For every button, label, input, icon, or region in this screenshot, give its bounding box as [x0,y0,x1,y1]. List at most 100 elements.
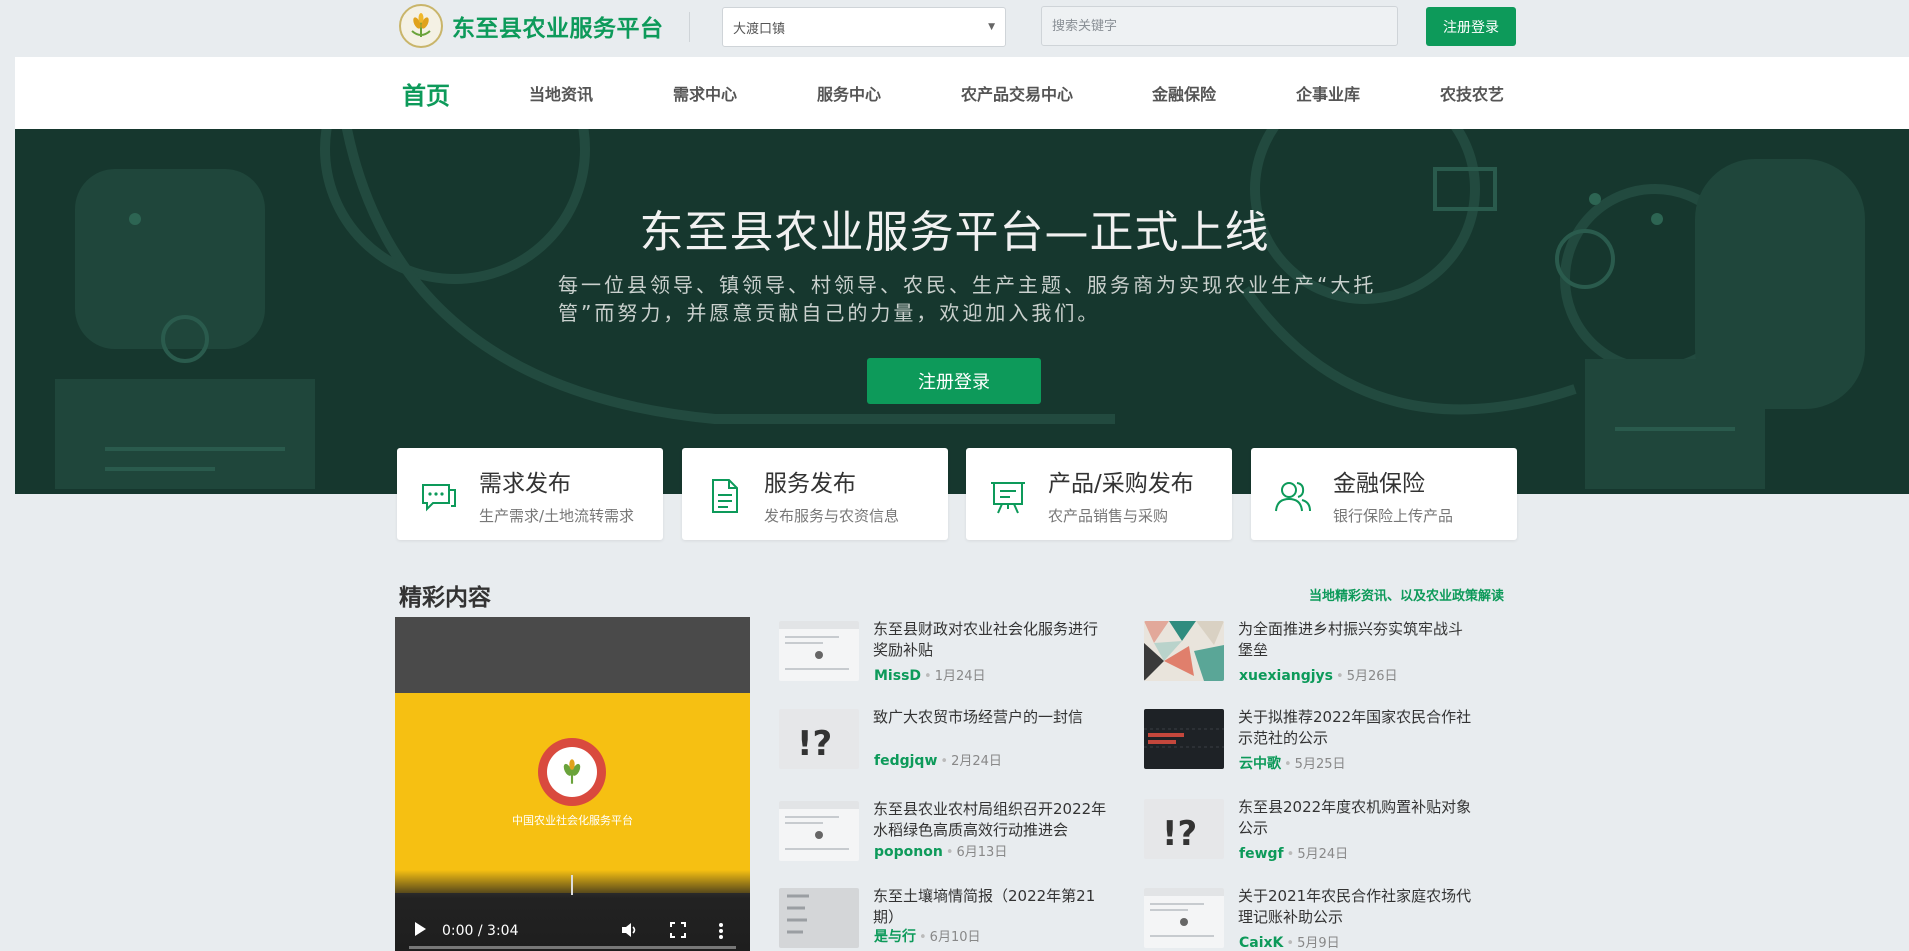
feature-card-finance[interactable]: 金融保险 银行保险上传产品 [1251,448,1517,540]
town-select-value: 大渡口镇 [733,21,786,37]
brand-logo[interactable]: 东至县农业服务平台 [399,4,664,48]
section-title: 精彩内容 [399,585,491,611]
main-nav: 首页 当地资讯 需求中心 服务中心 农产品交易中心 金融保险 企事业库 农技农艺 [15,57,1909,129]
svg-text:!?: !? [797,724,832,764]
nav-item-enterprise-library[interactable]: 企事业库 [1296,57,1360,129]
news-thumbnail [1144,709,1224,769]
news-title[interactable]: 关于2021年农民合作社家庭农场代理记账补助公示 [1238,886,1474,928]
news-date: 1月24日 [934,669,986,684]
hero-title: 东至县农业服务平台—正式上线 [639,207,1270,258]
play-icon[interactable] [413,921,427,937]
news-author[interactable]: 云中歌 [1239,756,1281,772]
video-time: 0:00 / 3:04 [442,923,519,939]
section-more-link[interactable]: 当地精彩资讯、以及农业政策解读 [1309,585,1504,604]
news-author[interactable]: CaixK [1239,935,1283,951]
news-date: 5月26日 [1346,669,1398,684]
news-meta: poponon • 6月13日 [874,844,1008,860]
nav-item-trade-center[interactable]: 农产品交易中心 [961,57,1073,129]
nav-item-local-news[interactable]: 当地资讯 [529,57,593,129]
news-date: 5月24日 [1297,847,1349,862]
news-author[interactable]: MissD [874,668,921,684]
wheat-emblem-icon [399,4,443,48]
news-thumbnail [1144,888,1224,948]
users-icon [1275,482,1311,512]
news-thumbnail: !? [1144,799,1224,859]
register-login-button[interactable]: 注册登录 [1426,7,1516,46]
news-meta: fedgjqw • 2月24日 [874,753,1002,769]
nav-item-home[interactable]: 首页 [402,57,450,129]
news-item[interactable]: 东至县农业农村局组织召开2022年水稻绿色高质高效行动推进会 poponon • 6… [779,799,1119,879]
feature-title: 产品/采购发布 [1048,471,1194,497]
news-title[interactable]: 关于拟推荐2022年国家农民合作社示范社的公示 [1238,707,1474,749]
feature-card-product[interactable]: 产品/采购发布 农产品销售与采购 [966,448,1232,540]
news-author[interactable]: poponon [874,844,943,860]
feature-card-service[interactable]: 服务发布 发布服务与农资信息 [682,448,948,540]
news-thumbnail [779,888,859,948]
nav-item-agri-tech[interactable]: 农技农艺 [1440,57,1504,129]
nav-item-service-center[interactable]: 服务中心 [817,57,881,129]
feature-subtitle: 农产品销售与采购 [1048,507,1169,525]
news-item[interactable]: 关于2021年农民合作社家庭农场代理记账补助公示 CaixK • 5月9日 [1144,886,1484,951]
news-author[interactable]: fewgf [1239,846,1284,862]
news-thumbnail [1144,621,1224,681]
volume-icon[interactable] [621,922,639,938]
hero-banner: 东至县农业服务平台—正式上线 每一位县领导、镇领导、村领导、农民、生产主题、服务… [15,129,1909,494]
news-date: 6月10日 [929,930,981,945]
feature-subtitle: 生产需求/土地流转需求 [479,507,635,525]
news-meta: 是与行 • 6月10日 [874,929,981,945]
hero-register-button[interactable]: 注册登录 [867,358,1041,404]
news-date: 6月13日 [956,845,1008,860]
news-meta: xuexiangjys • 5月26日 [1239,668,1398,684]
platform-seal-icon [538,738,606,806]
presentation-board-icon [991,482,1025,514]
news-thumbnail [779,801,859,861]
news-title[interactable]: 为全面推进乡村振兴夯实筑牢战斗堡垒 [1238,619,1474,661]
news-item[interactable]: 东至土壤墒情简报（2022年第21期） 是与行 • 6月10日 [779,886,1119,951]
news-title[interactable]: 致广大农贸市场经营户的一封信 [873,707,1109,728]
nav-item-finance-insurance[interactable]: 金融保险 [1152,57,1216,129]
brand-title: 东至县农业服务平台 [452,16,664,42]
chevron-down-icon: ▼ [988,22,995,32]
news-author[interactable]: fedgjqw [874,753,937,769]
news-thumbnail [779,621,859,681]
news-title[interactable]: 东至县财政对农业社会化服务进行奖励补贴 [873,619,1109,661]
news-author[interactable]: xuexiangjys [1239,668,1333,684]
news-meta: 云中歌 • 5月25日 [1239,756,1346,772]
news-date: 5月9日 [1297,936,1340,951]
document-icon [712,479,738,513]
news-item[interactable]: !? 致广大农贸市场经营户的一封信 fedgjqw • 2月24日 [779,707,1119,787]
news-title[interactable]: 东至土壤墒情简报（2022年第21期） [873,886,1109,928]
news-meta: fewgf • 5月24日 [1239,846,1349,862]
feature-subtitle: 发布服务与农资信息 [764,507,900,525]
news-item[interactable]: 东至县财政对农业社会化服务进行奖励补贴 MissD • 1月24日 [779,619,1119,699]
feature-title: 服务发布 [764,471,856,497]
chat-bubbles-icon [422,484,456,512]
news-item[interactable]: 关于拟推荐2022年国家农民合作社示范社的公示 云中歌 • 5月25日 [1144,707,1484,787]
news-item[interactable]: 为全面推进乡村振兴夯实筑牢战斗堡垒 xuexiangjys • 5月26日 [1144,619,1484,699]
video-controls: 0:00 / 3:04 [395,911,750,951]
hero-description: 每一位县领导、镇领导、村领导、农民、生产主题、服务商为实现农业生产“大托管”而努… [558,273,1377,325]
news-date: 2月24日 [951,754,1002,769]
nav-item-demand-center[interactable]: 需求中心 [673,57,737,129]
town-select[interactable]: 大渡口镇 ▼ [722,7,1006,47]
news-title[interactable]: 东至县农业农村局组织召开2022年水稻绿色高质高效行动推进会 [873,799,1109,841]
news-date: 5月25日 [1294,757,1346,772]
news-thumbnail: !? [779,709,859,769]
search-input[interactable] [1041,6,1398,46]
top-bar: 东至县农业服务平台 大渡口镇 ▼ 注册登录 [0,0,1909,57]
fullscreen-icon[interactable] [670,922,686,938]
feature-card-demand[interactable]: 需求发布 生产需求/土地流转需求 [397,448,663,540]
feature-subtitle: 银行保险上传产品 [1333,507,1454,525]
video-scrub-marker[interactable] [571,875,573,895]
video-progress-bar[interactable] [409,946,736,949]
video-player[interactable]: 中国农业社会化服务平台 0:00 / 3:04 [395,617,750,951]
news-author[interactable]: 是与行 [874,929,916,945]
news-meta: MissD • 1月24日 [874,668,986,684]
header-divider [689,12,690,42]
feature-title: 金融保险 [1333,471,1425,497]
news-item[interactable]: !? 东至县2022年度农机购置补贴对象公示 fewgf • 5月24日 [1144,797,1484,877]
more-options-icon[interactable] [718,922,724,940]
svg-text:!?: !? [1162,814,1197,854]
news-meta: CaixK • 5月9日 [1239,935,1340,951]
news-title[interactable]: 东至县2022年度农机购置补贴对象公示 [1238,797,1474,839]
